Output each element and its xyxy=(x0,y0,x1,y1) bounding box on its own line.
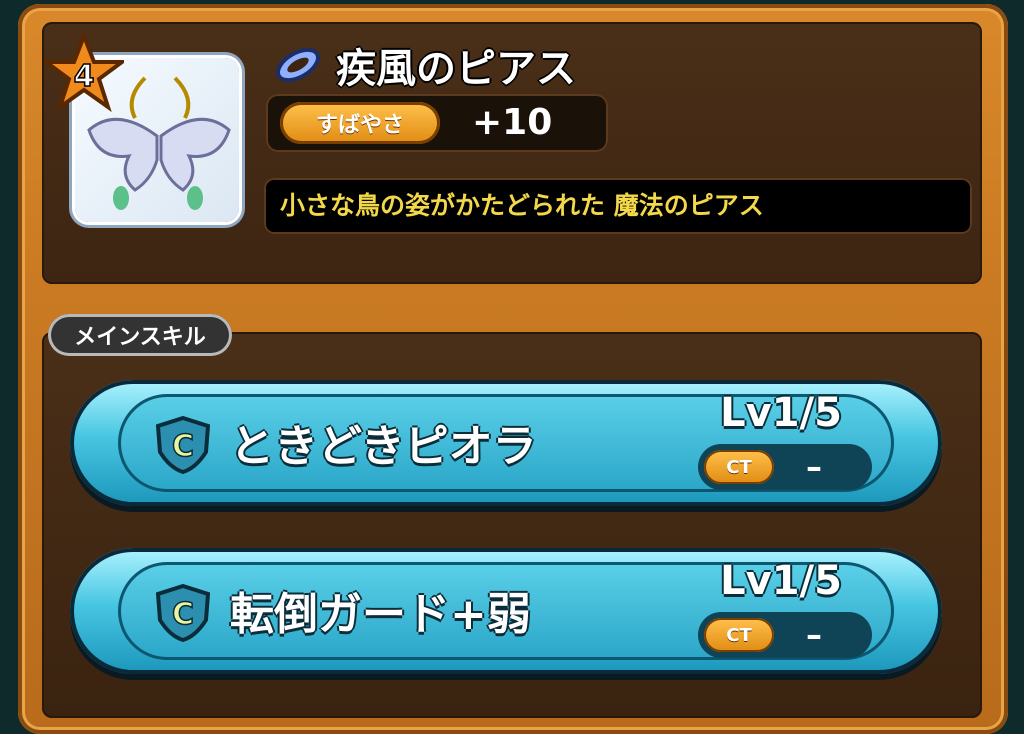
ct-label: CT xyxy=(726,456,752,478)
main-skill-badge: メインスキル xyxy=(48,314,232,356)
ct-pill: CT xyxy=(704,618,774,652)
ct-box: CT – xyxy=(698,444,872,490)
skill-name: ときどきピオラ xyxy=(230,421,537,472)
ct-value: – xyxy=(806,616,822,654)
rarity-number: 4 xyxy=(74,59,95,94)
stat-label-pill: すばやさ xyxy=(280,102,440,144)
ct-pill: CT xyxy=(704,450,774,484)
item-title-row: 疾風のピアス xyxy=(272,40,576,92)
stat-value: +10 xyxy=(472,102,553,143)
item-description: 小さな鳥の姿がかたどられた 魔法のピアス xyxy=(280,191,764,220)
ct-value: – xyxy=(806,448,822,486)
stat-label: すばやさ xyxy=(315,113,404,138)
skill-bar[interactable]: C 転倒ガード+弱 Lv1/5 CT – xyxy=(70,548,942,674)
skill-name: 転倒ガード+弱 xyxy=(230,589,531,640)
stat-box: すばやさ +10 xyxy=(266,94,608,152)
description-box: 小さな鳥の姿がかたどられた 魔法のピアス xyxy=(264,178,972,234)
skill-level: Lv1/5 xyxy=(720,390,842,436)
ct-box: CT – xyxy=(698,612,872,658)
skill-rank: C xyxy=(172,597,194,632)
rarity-star-icon: 4 xyxy=(44,32,124,112)
main-skill-label: メインスキル xyxy=(74,325,206,350)
skill-rank: C xyxy=(172,429,194,464)
skill-level: Lv1/5 xyxy=(720,558,842,604)
skill-bar[interactable]: C ときどきピオラ Lv1/5 CT – xyxy=(70,380,942,506)
rank-shield-icon: C xyxy=(156,584,210,642)
ct-label: CT xyxy=(726,624,752,646)
rank-shield-icon: C xyxy=(156,416,210,474)
item-title: 疾風のピアス xyxy=(336,46,576,92)
ring-icon xyxy=(276,47,320,83)
